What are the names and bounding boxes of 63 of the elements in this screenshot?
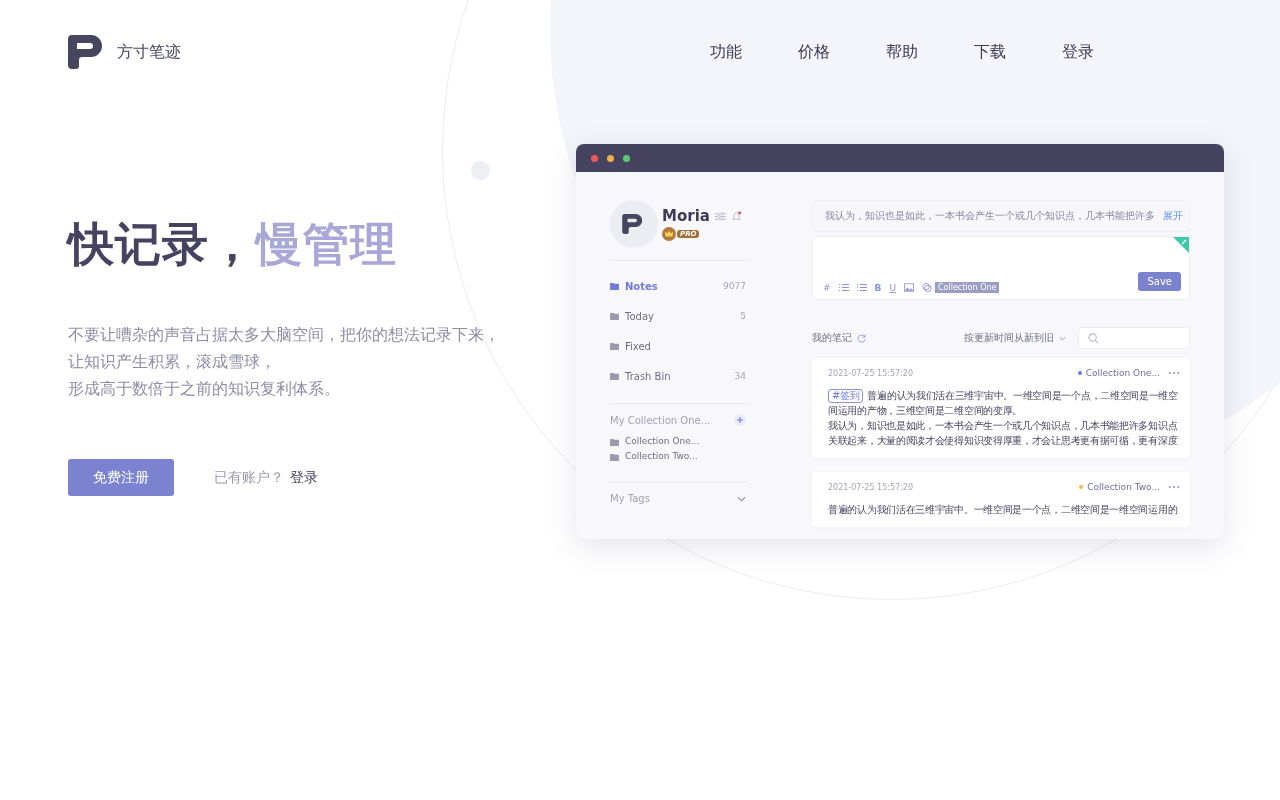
more-icon[interactable] — [1168, 371, 1180, 375]
section-title: My Tags — [610, 493, 650, 504]
underline-tool[interactable]: U — [889, 282, 896, 293]
nav-link[interactable]: 登录 — [1034, 41, 1122, 63]
save-button[interactable]: Save — [1138, 272, 1181, 291]
search-field[interactable] — [1078, 327, 1190, 349]
note-card[interactable]: 2021-07-25 15:57:20 Collection One... #签到 普遍的认为我们活在三维宇宙中。一维空间是一个点，二维空间是一维空间运用的产物，三维空间是二维空间的变厚。 我认为，知识也是如此，一本书会产生一个或几个知识点，几本书能把许多知识点关联起来，大量的阅读才会使得知识变得厚重，才会让思考更有据可循，更有深度 — [812, 358, 1190, 458]
collection-item[interactable]: Collection One... — [610, 434, 746, 449]
chevron-down-icon[interactable] — [737, 495, 746, 502]
collection-item[interactable]: Collection Two... — [610, 449, 746, 464]
bell-icon[interactable] — [730, 210, 742, 222]
hero-description: 不要让嘈杂的声音占据太多大脑空间，把你的想法记录下来， 让知识产生积累，滚成雪球， 形成高于数倍于之前的知识复利体系。 — [68, 325, 501, 400]
note-date: 2021-07-25 15:57:20 — [828, 368, 914, 378]
sidebar-item[interactable]: Today 5 — [610, 301, 746, 331]
crown-icon — [662, 227, 676, 241]
note-tag[interactable]: #签到 — [828, 389, 864, 403]
note-card[interactable]: 2021-07-25 15:57:20 Collection Two... 普遍的认为我们活在三维宇宙中。一维空间是一个点，二维空间是一维空间运用的 — [812, 472, 1190, 527]
sort-dropdown[interactable]: 按更新时间从新到旧 — [964, 331, 1066, 345]
brand-name: 方寸笔迹 — [117, 41, 181, 63]
close-dot-icon[interactable] — [591, 154, 598, 162]
preview-text: 我认为，知识也是如此，一本书会产生一个或几个知识点，几本书能把许多 — [825, 209, 1155, 223]
corner-pen-icon — [1173, 237, 1189, 253]
add-icon[interactable] — [734, 414, 746, 426]
bold-tool[interactable]: B — [874, 282, 882, 293]
user-name: Moria — [662, 207, 710, 225]
nav-link[interactable]: 帮助 — [858, 41, 946, 63]
folder-icon — [610, 342, 619, 350]
folder-icon — [610, 312, 619, 320]
more-icon[interactable] — [1168, 485, 1180, 489]
expand-link[interactable]: 展开 — [1163, 209, 1183, 223]
note-text: 我认为，知识也是如此，一本书会产生一个或几个知识点，几本书能把许多知识点关联起来，大量的阅读才会使得知识变得厚重，才会让思考更有据可循，更有深度 — [828, 419, 1179, 448]
folder-icon — [610, 372, 619, 380]
refresh-icon[interactable] — [857, 333, 866, 343]
login-link[interactable]: 登录 — [290, 468, 318, 487]
nav-link[interactable]: 下载 — [946, 41, 1034, 63]
nav-link[interactable]: 功能 — [682, 41, 770, 63]
note-date: 2021-07-25 15:57:20 — [828, 482, 914, 492]
chevron-down-icon — [1059, 335, 1066, 341]
bullet-list-icon[interactable] — [838, 283, 849, 292]
note-collection: Collection One... — [1085, 368, 1160, 378]
sidebar-item[interactable]: Fixed — [610, 331, 746, 361]
headline: 快记录，慢管理 — [68, 216, 398, 273]
signup-button[interactable]: 免费注册 — [68, 459, 174, 496]
sidebar-item[interactable]: Notes 9077 — [610, 271, 746, 301]
image-icon[interactable] — [904, 283, 914, 292]
folder-icon — [610, 282, 619, 290]
sliders-icon[interactable] — [714, 210, 726, 222]
nav-link[interactable]: 价格 — [770, 41, 858, 63]
note-text: 普遍的认为我们活在三维宇宙中。一维空间是一个点，二维空间是一维空间运用的 — [828, 503, 1179, 517]
avatar — [610, 200, 658, 248]
maximize-dot-icon[interactable] — [623, 154, 630, 162]
note-collection: Collection Two... — [1087, 482, 1160, 492]
notes-title: 我的笔记 — [812, 331, 852, 345]
note-editor[interactable]: # B U Collection One Save — [812, 236, 1190, 300]
minimize-dot-icon[interactable] — [607, 154, 614, 162]
section-title: My Collection One... — [610, 414, 711, 426]
search-icon — [1088, 332, 1099, 344]
collection-icon[interactable] — [922, 283, 932, 292]
account-prompt: 已有账户？ — [214, 468, 284, 487]
numbered-list-icon[interactable] — [856, 283, 867, 292]
sidebar-item[interactable]: Trash Bin 34 — [610, 361, 746, 391]
hashtag-tool[interactable]: # — [823, 282, 831, 293]
note-text: #签到 普遍的认为我们活在三维宇宙中。一维空间是一个点，二维空间是一维空间运用的产物，三维空间是二维空间的变厚。 — [828, 388, 1179, 418]
